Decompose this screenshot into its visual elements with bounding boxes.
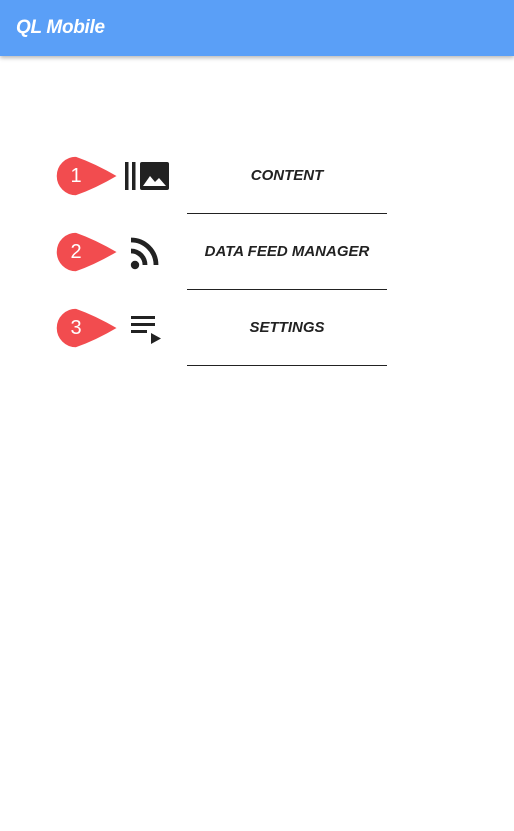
photo-library-icon	[124, 154, 170, 198]
menu-item-data-feed-manager[interactable]: 2 DATA FEED MANAGER	[0, 230, 514, 306]
menu-item-settings[interactable]: 3 SETTINGS	[0, 306, 514, 382]
menu-item-label: SETTINGS	[249, 319, 325, 336]
callout-number: 1	[70, 165, 82, 187]
callout-number: 3	[70, 317, 82, 339]
app-bar: QL Mobile	[0, 0, 514, 56]
callout-marker-3: 3	[54, 306, 120, 350]
menu-item-content[interactable]: 1 CONTENT	[0, 154, 514, 230]
menu-item-label: DATA FEED MANAGER	[204, 243, 370, 260]
playlist-play-icon	[130, 306, 164, 350]
callout-marker-1: 1	[54, 154, 120, 198]
app-title: QL Mobile	[16, 17, 105, 38]
callout-number: 2	[70, 241, 82, 263]
divider	[187, 213, 387, 214]
divider	[187, 365, 387, 366]
rss-feed-icon	[128, 230, 164, 274]
callout-marker-2: 2	[54, 230, 120, 274]
menu-item-label: CONTENT	[250, 167, 324, 184]
divider	[187, 289, 387, 290]
